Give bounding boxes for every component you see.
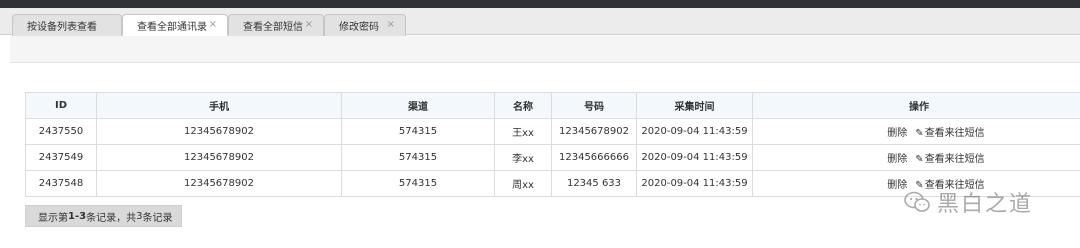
watermark-text: 黑白之道 [937, 192, 1034, 217]
contacts-table: ID 手机 渠道 名称 号码 采集时间 操作 2437550 123456789… [25, 92, 1080, 197]
pager-suffix: 条记录 [142, 212, 173, 224]
column-header-name[interactable]: 名称 [494, 92, 552, 119]
cell-time: 2020-09-04 11:43:59 [636, 144, 753, 171]
pager-range: 1-3 [68, 210, 87, 222]
tab-change-password[interactable]: 修改密码 × [324, 14, 406, 36]
cell-id: 2437550 [25, 118, 97, 145]
column-header-number[interactable]: 号码 [551, 92, 637, 119]
cell-name: 王xx [494, 118, 552, 145]
cell-id: 2437548 [25, 170, 97, 197]
column-header-channel[interactable]: 渠道 [341, 92, 495, 119]
cell-actions: 删除 ✎查看来往短信 [752, 144, 1080, 171]
tab-label: 查看全部通讯录 [137, 21, 207, 33]
cell-name: 李xx [494, 144, 552, 171]
table-row: 2437549 12345678902 574315 李xx 123456666… [25, 144, 1080, 171]
view-sms-link[interactable]: ✎查看来往短信 [915, 124, 984, 139]
tab-label: 修改密码 [339, 22, 379, 33]
close-icon[interactable]: × [209, 19, 217, 30]
close-icon[interactable]: × [387, 19, 395, 30]
cell-id: 2437549 [25, 144, 97, 171]
tab-label: 按设备列表查看 [27, 22, 97, 33]
tab-strip: 按设备列表查看 查看全部通讯录 × 查看全部短信 × 修改密码 × [0, 8, 1080, 36]
tab-device-list[interactable]: 按设备列表查看 [12, 14, 122, 36]
cell-number: 12345 633 [551, 170, 637, 197]
cell-time: 2020-09-04 11:43:59 [636, 170, 753, 197]
view-sms-label: 查看来往短信 [924, 154, 985, 165]
cell-time: 2020-09-04 11:43:59 [636, 118, 753, 145]
delete-link[interactable]: 删除 [887, 150, 907, 165]
column-header-phone[interactable]: 手机 [96, 92, 342, 119]
cell-phone: 12345678902 [96, 118, 342, 145]
cell-phone: 12345678902 [96, 144, 342, 171]
table-header-row: ID 手机 渠道 名称 号码 采集时间 操作 [25, 92, 1080, 119]
tab-label: 查看全部短信 [243, 22, 303, 33]
watermark: 黑白之道 [903, 187, 1033, 217]
view-sms-label: 查看来往短信 [924, 128, 985, 139]
pagination-info: 显示第 1-3 条记录，共 3 条记录 [25, 205, 182, 227]
cell-name: 周xx [494, 170, 552, 197]
pencil-icon: ✎ [915, 154, 924, 165]
cell-channel: 574315 [341, 144, 495, 171]
toolbar-band [10, 36, 1080, 63]
column-header-time[interactable]: 采集时间 [636, 92, 753, 119]
cell-channel: 574315 [341, 118, 495, 145]
cell-number: 12345678902 [551, 118, 637, 145]
view-sms-link[interactable]: ✎查看来往短信 [915, 150, 984, 165]
column-header-id[interactable]: ID [25, 92, 97, 119]
cell-actions: 删除 ✎查看来往短信 [752, 118, 1080, 145]
pencil-icon: ✎ [915, 128, 924, 139]
close-icon[interactable]: × [305, 19, 313, 30]
column-header-actions: 操作 [752, 92, 1080, 119]
top-bar [0, 0, 1080, 8]
wechat-icon [904, 191, 930, 212]
cell-phone: 12345678902 [96, 170, 342, 197]
cell-channel: 574315 [341, 170, 495, 197]
pager-middle: 条记录，共 [86, 212, 137, 224]
pager-prefix: 显示第 [38, 212, 68, 224]
table-row: 2437550 12345678902 574315 王xx 123456789… [25, 118, 1080, 145]
tab-all-sms[interactable]: 查看全部短信 × [228, 14, 324, 36]
tab-all-contacts[interactable]: 查看全部通讯录 × [122, 14, 228, 36]
cell-number: 12345666666 [551, 144, 637, 171]
delete-link[interactable]: 删除 [887, 124, 907, 139]
